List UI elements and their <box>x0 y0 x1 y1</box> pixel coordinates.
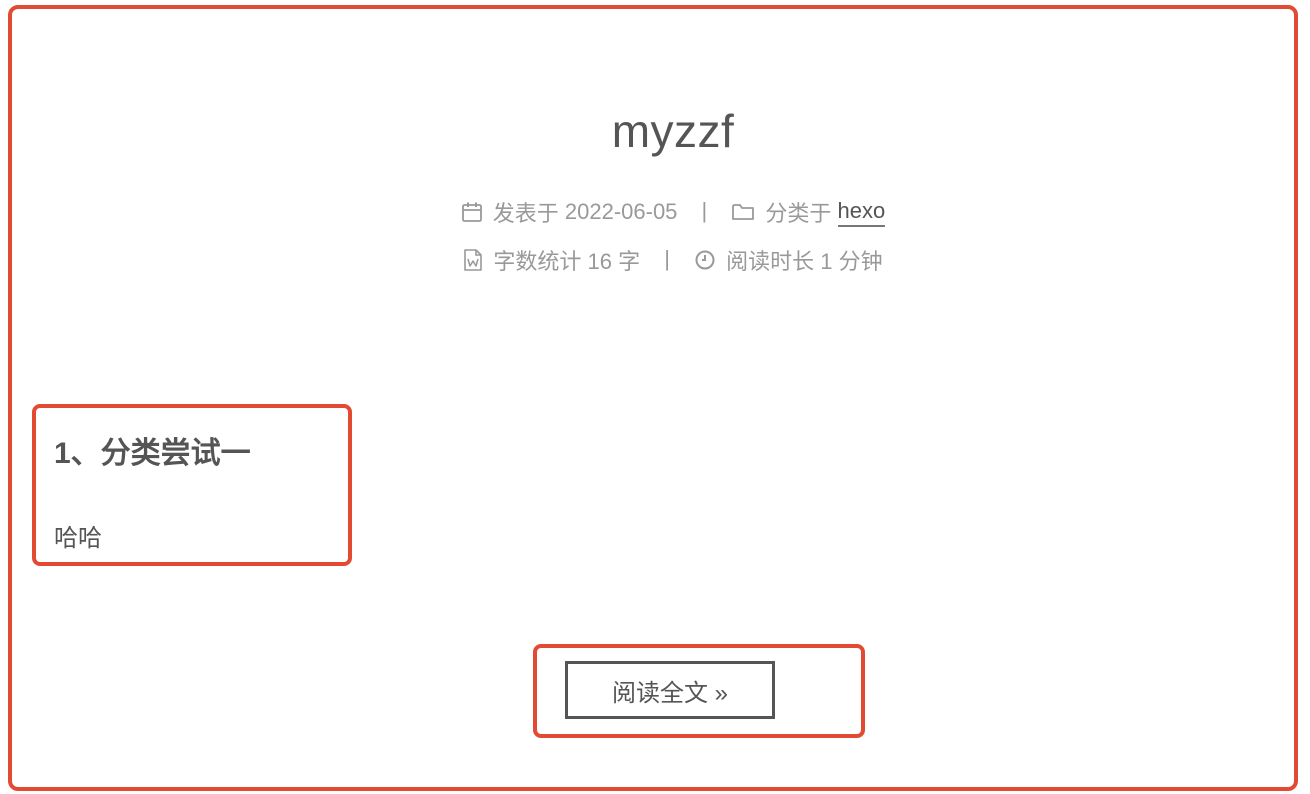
post-readtime: 阅读时长 1 分钟 <box>694 244 883 276</box>
category-label: 分类于 <box>765 201 832 226</box>
excerpt-heading: 1、分类尝试一 <box>54 437 251 470</box>
readtime-value: 1 分钟 <box>820 249 883 274</box>
meta-separator: | <box>701 197 708 223</box>
posted-date: 2022-06-05 <box>564 199 678 224</box>
post-wordcount: 字数统计 16 字 <box>463 244 640 276</box>
readtime-label: 阅读时长 <box>726 249 815 274</box>
clock-icon <box>695 250 715 270</box>
read-more-button[interactable]: 阅读全文 » <box>565 661 775 719</box>
post-title[interactable]: myzzf <box>0 104 1310 158</box>
post-date: 发表于 2022-06-05 <box>461 196 678 228</box>
post-category: 分类于 hexo <box>731 196 886 228</box>
wordcount-label: 字数统计 <box>493 249 582 274</box>
meta-separator: | <box>664 245 670 271</box>
post-page: myzzf 发表于 2022-06-05 | 分类于 hexo 字数统计 16 … <box>0 0 1310 794</box>
folder-icon <box>732 204 755 220</box>
post-meta-line-1: 发表于 2022-06-05 | 分类于 hexo <box>0 196 1310 228</box>
wordcount-value: 16 字 <box>587 249 641 274</box>
file-word-icon <box>464 249 483 271</box>
excerpt-text: 哈哈 <box>54 525 102 552</box>
category-link-hexo[interactable]: hexo <box>837 198 886 227</box>
posted-label: 发表于 <box>492 201 559 226</box>
calendar-icon <box>461 202 482 222</box>
post-meta-line-2: 字数统计 16 字 | 阅读时长 1 分钟 <box>0 244 1310 276</box>
